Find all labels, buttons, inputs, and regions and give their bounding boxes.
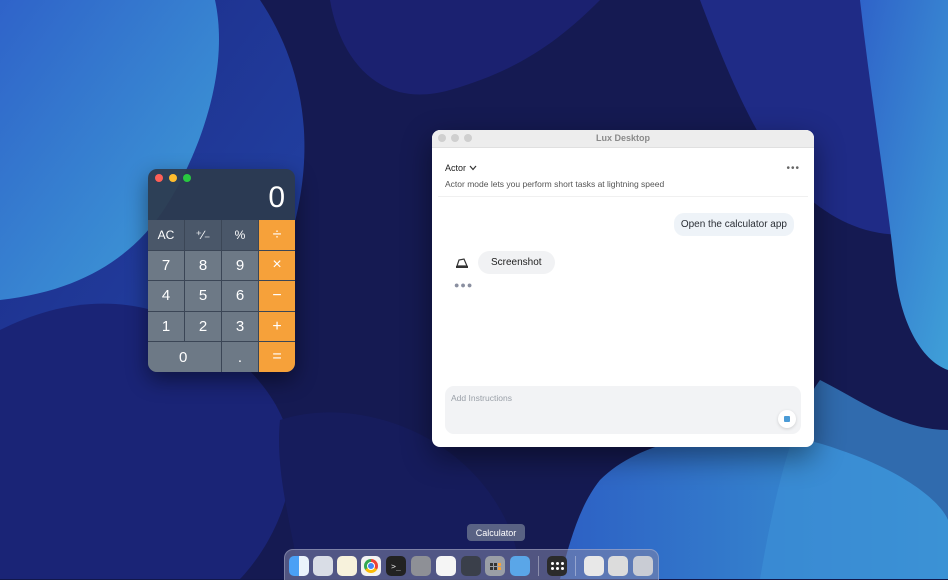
mode-selector[interactable]: Actor <box>445 163 477 173</box>
calc-key-plus[interactable]: + <box>259 311 295 342</box>
agent-avatar-icon <box>456 258 468 268</box>
calc-key-decimal[interactable]: . <box>222 342 258 372</box>
textedit-icon[interactable] <box>436 556 456 576</box>
calc-key-6[interactable]: 6 <box>222 281 258 311</box>
header-divider <box>438 196 808 197</box>
dock: >_ <box>284 549 659 580</box>
calc-key-multiply[interactable]: × <box>259 250 295 281</box>
launchpad-icon[interactable] <box>313 556 333 576</box>
calc-key-5[interactable]: 5 <box>185 281 221 311</box>
mode-label: Actor <box>445 163 467 173</box>
app-grid-icon[interactable] <box>547 556 567 576</box>
typing-indicator-icon: ●●● <box>454 280 474 290</box>
instructions-input[interactable]: Add Instructions <box>445 386 801 434</box>
calc-key-divide[interactable]: ÷ <box>259 220 295 250</box>
calc-key-9[interactable]: 9 <box>222 250 258 281</box>
window-thumbnail-1-icon[interactable] <box>584 556 604 576</box>
calculator-keypad: AC ⁺∕₋% ÷ 7 8 9 × 4 5 6− 1 2 3 +0. = <box>148 220 295 372</box>
more-options-icon[interactable]: ••• <box>786 163 800 174</box>
fullscreen-button[interactable] <box>183 174 191 182</box>
calculator-display: 0 <box>268 181 285 214</box>
mode-description: Actor mode lets you perform short tasks … <box>445 179 665 189</box>
instructions-placeholder: Add Instructions <box>451 393 512 403</box>
notes-icon[interactable] <box>337 556 357 576</box>
calc-key-2[interactable]: 2 <box>185 311 221 342</box>
finder-icon[interactable] <box>289 556 309 576</box>
calc-key-0[interactable]: 0 <box>148 342 221 372</box>
close-button[interactable] <box>155 174 163 182</box>
chrome-icon[interactable] <box>361 556 381 576</box>
dock-tooltip: Calculator <box>467 524 525 541</box>
calc-key-equals[interactable]: = <box>259 342 295 372</box>
lux-desktop-window: Lux Desktop Actor ••• Actor mode lets yo… <box>432 130 814 447</box>
preview-icon[interactable] <box>510 556 530 576</box>
calc-key-minus[interactable]: − <box>259 281 295 311</box>
user-message-bubble: Open the calculator app <box>673 213 794 236</box>
calc-key-7[interactable]: 7 <box>148 250 184 281</box>
calc-key-1[interactable]: 1 <box>148 311 184 342</box>
chevron-down-icon <box>469 165 477 171</box>
calculator-window: 0 AC ⁺∕₋% ÷ 7 8 9 × 4 5 6− 1 2 3 +0. = <box>148 169 295 372</box>
window-thumbnail-2-icon[interactable] <box>608 556 628 576</box>
agent-message-bubble: Screenshot <box>478 251 555 274</box>
stop-icon <box>784 416 790 422</box>
calc-key-8[interactable]: 8 <box>185 250 221 281</box>
system-settings-icon[interactable] <box>411 556 431 576</box>
calc-key-percent[interactable]: % <box>222 220 258 250</box>
window-title: Lux Desktop <box>595 133 650 143</box>
calc-key-3[interactable]: 3 <box>222 311 258 342</box>
calc-key-4[interactable]: 4 <box>148 281 184 311</box>
calculator-icon[interactable] <box>485 556 505 576</box>
calc-key-ac[interactable]: AC <box>148 220 184 250</box>
calculator-window-controls <box>155 174 191 182</box>
quicktime-icon[interactable] <box>461 556 481 576</box>
stop-button[interactable] <box>778 410 796 428</box>
terminal-icon[interactable]: >_ <box>386 556 406 576</box>
trash-icon[interactable] <box>633 556 653 576</box>
calc-key-plus-minus[interactable]: ⁺∕₋ <box>185 220 221 250</box>
dock-separator <box>538 556 539 576</box>
lux-titlebar: Lux Desktop <box>432 130 814 148</box>
minimize-button[interactable] <box>169 174 177 182</box>
dock-separator <box>575 556 576 576</box>
